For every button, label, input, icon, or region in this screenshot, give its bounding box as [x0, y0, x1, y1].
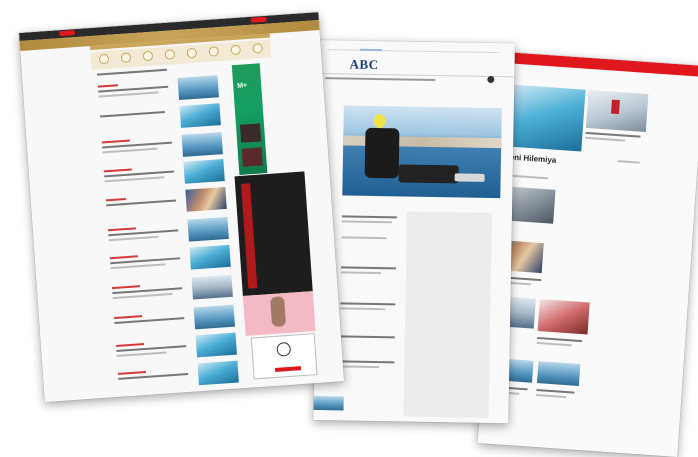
ad-text: M+ [237, 82, 248, 90]
ad-box[interactable] [250, 333, 318, 380]
ad-image [241, 147, 263, 167]
board [454, 173, 485, 182]
article-thumb [313, 395, 344, 411]
top-divider [327, 49, 500, 54]
teaser-line [341, 215, 397, 219]
sidebar-column [403, 211, 493, 418]
rider [364, 127, 400, 179]
article-thumb[interactable] [183, 159, 225, 184]
teaser-line [537, 336, 583, 343]
kicker [101, 139, 130, 144]
teaser-line [116, 351, 167, 357]
top-bar [504, 52, 698, 77]
kicker [107, 227, 136, 232]
article-thumb[interactable] [187, 216, 229, 242]
teaser-line [339, 360, 395, 364]
teaser-line [340, 307, 386, 311]
teaser-line [536, 394, 567, 399]
teaser-line [536, 341, 572, 347]
kicker [111, 285, 141, 290]
kicker [115, 343, 145, 347]
category-icon[interactable] [120, 52, 132, 63]
ad-banner-dark[interactable] [234, 171, 313, 297]
teaser-line [341, 236, 387, 240]
nav-menu[interactable] [325, 77, 436, 82]
section-title [97, 68, 167, 76]
category-icon[interactable] [208, 46, 220, 57]
category-icon[interactable] [98, 53, 110, 65]
ad-banner-green[interactable]: M+ [231, 63, 268, 175]
teaser-line [339, 335, 395, 339]
teaser-line [341, 220, 392, 224]
hero-image-kitesurfer [342, 105, 502, 199]
helmet [373, 113, 386, 129]
rider-legs [398, 164, 459, 184]
teaser-line [108, 235, 159, 242]
article-image-wave [536, 361, 581, 386]
teaser-line [98, 91, 159, 98]
hero-image-surf [506, 84, 586, 152]
teaser-line [536, 389, 575, 394]
news-site-mockup-left: M+ [19, 12, 345, 403]
kicker [109, 255, 138, 260]
kicker [103, 168, 132, 173]
news-site-mockup-middle: ABC [313, 40, 515, 424]
teaser-line [585, 136, 626, 142]
kicker [97, 84, 118, 88]
teaser-line [617, 160, 640, 164]
article-thumb[interactable] [185, 186, 227, 212]
ad-figure [270, 296, 287, 328]
category-icon[interactable] [164, 49, 176, 60]
article-thumb[interactable] [197, 360, 239, 386]
category-icon[interactable] [186, 47, 198, 59]
kicker [105, 197, 126, 202]
site-logo[interactable]: ABC [349, 57, 378, 74]
category-icon[interactable] [142, 50, 154, 62]
article-thumb[interactable] [181, 132, 223, 157]
teaser-line [104, 176, 165, 183]
teaser-line [340, 271, 381, 275]
ad-image [239, 123, 262, 143]
search-icon[interactable] [487, 75, 495, 84]
teaser-line [341, 266, 397, 270]
article-thumb[interactable] [177, 75, 219, 100]
teaser-line [112, 292, 173, 300]
category-icon[interactable] [252, 43, 263, 54]
teaser-line [340, 302, 396, 306]
kicker [114, 315, 143, 320]
article-image-group [537, 299, 590, 335]
kite-figure [610, 99, 620, 115]
teaser-line [110, 263, 166, 270]
kicker [117, 370, 147, 375]
top-link [359, 48, 382, 52]
article-thumb[interactable] [193, 304, 236, 330]
article-thumb[interactable] [191, 274, 233, 300]
ad-red-column [241, 183, 258, 289]
category-icon[interactable] [230, 44, 242, 56]
article-thumb[interactable] [189, 244, 231, 270]
teaser-line [339, 365, 380, 369]
ad-logo [276, 341, 292, 357]
article-thumb[interactable] [179, 103, 221, 128]
ad-banner-pink[interactable] [242, 291, 316, 336]
article-thumb[interactable] [195, 332, 237, 358]
teaser-line [102, 147, 158, 154]
teaser-line[interactable] [99, 111, 165, 118]
